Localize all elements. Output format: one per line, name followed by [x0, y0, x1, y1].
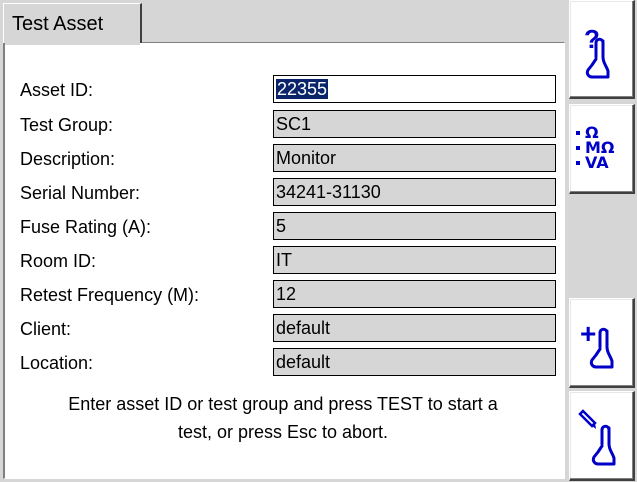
description-input[interactable]: Monitor [273, 144, 556, 172]
add-button[interactable]: + [569, 298, 635, 388]
asset-id-input[interactable]: 22355 [273, 75, 556, 103]
room-id-label: Room ID: [20, 251, 97, 271]
test-group-label: Test Group: [20, 115, 114, 135]
test-group-input[interactable]: SC1 [273, 110, 556, 138]
description-label: Description: [20, 149, 116, 169]
fuse-rating-input[interactable]: 5 [273, 212, 556, 240]
client-row: Client: default [5, 314, 565, 344]
instructions-text: Enter asset ID or test group and press T… [13, 390, 553, 446]
retest-frequency-input[interactable]: 12 [273, 280, 556, 308]
fuse-rating-row: Fuse Rating (A): 5 [5, 212, 565, 242]
tab-test-asset[interactable]: Test Asset [3, 3, 142, 43]
location-label: Location: [20, 353, 94, 373]
asset-id-value: 22355 [276, 79, 329, 99]
location-row: Location: default [5, 348, 565, 378]
asset-id-label: Asset ID: [20, 80, 94, 100]
retest-frequency-row: Retest Frequency (M): 12 [5, 280, 565, 310]
client-input[interactable]: default [273, 314, 556, 342]
test-asset-form: Asset ID: 22355 Test Group: SC1 Descript… [3, 42, 565, 479]
asset-id-row: Asset ID: 22355 [5, 75, 565, 105]
units-icon: Ω MΩ VA [576, 123, 615, 172]
edit-icon [578, 409, 616, 466]
fuse-rating-label: Fuse Rating (A): [20, 217, 152, 237]
location-input[interactable]: default [273, 348, 556, 376]
room-id-input[interactable]: IT [273, 246, 556, 274]
room-id-row: Room ID: IT [5, 246, 565, 276]
serial-number-input[interactable]: 34241-31130 [273, 178, 556, 206]
help-button[interactable]: ? [569, 0, 635, 99]
retest-frequency-label: Retest Frequency (M): [20, 285, 200, 305]
instructions-line-2: test, or press Esc to abort. [177, 422, 389, 442]
tab-label: Test Asset [12, 13, 104, 35]
help-icon: ? [584, 24, 610, 79]
edit-button[interactable] [569, 391, 635, 481]
tab-connector [5, 40, 140, 45]
add-icon: + [580, 318, 614, 369]
unit-va: VA [585, 153, 609, 172]
client-label: Client: [20, 319, 72, 339]
serial-number-label: Serial Number: [20, 183, 141, 203]
toolbar-spacer [569, 198, 635, 296]
add-glyph: + [580, 318, 596, 349]
test-group-row: Test Group: SC1 [5, 110, 565, 140]
serial-number-row: Serial Number: 34241-31130 [5, 178, 565, 208]
instructions-line-1: Enter asset ID or test group and press T… [68, 394, 498, 414]
description-row: Description: Monitor [5, 144, 565, 174]
units-button[interactable]: Ω MΩ VA [569, 104, 635, 194]
